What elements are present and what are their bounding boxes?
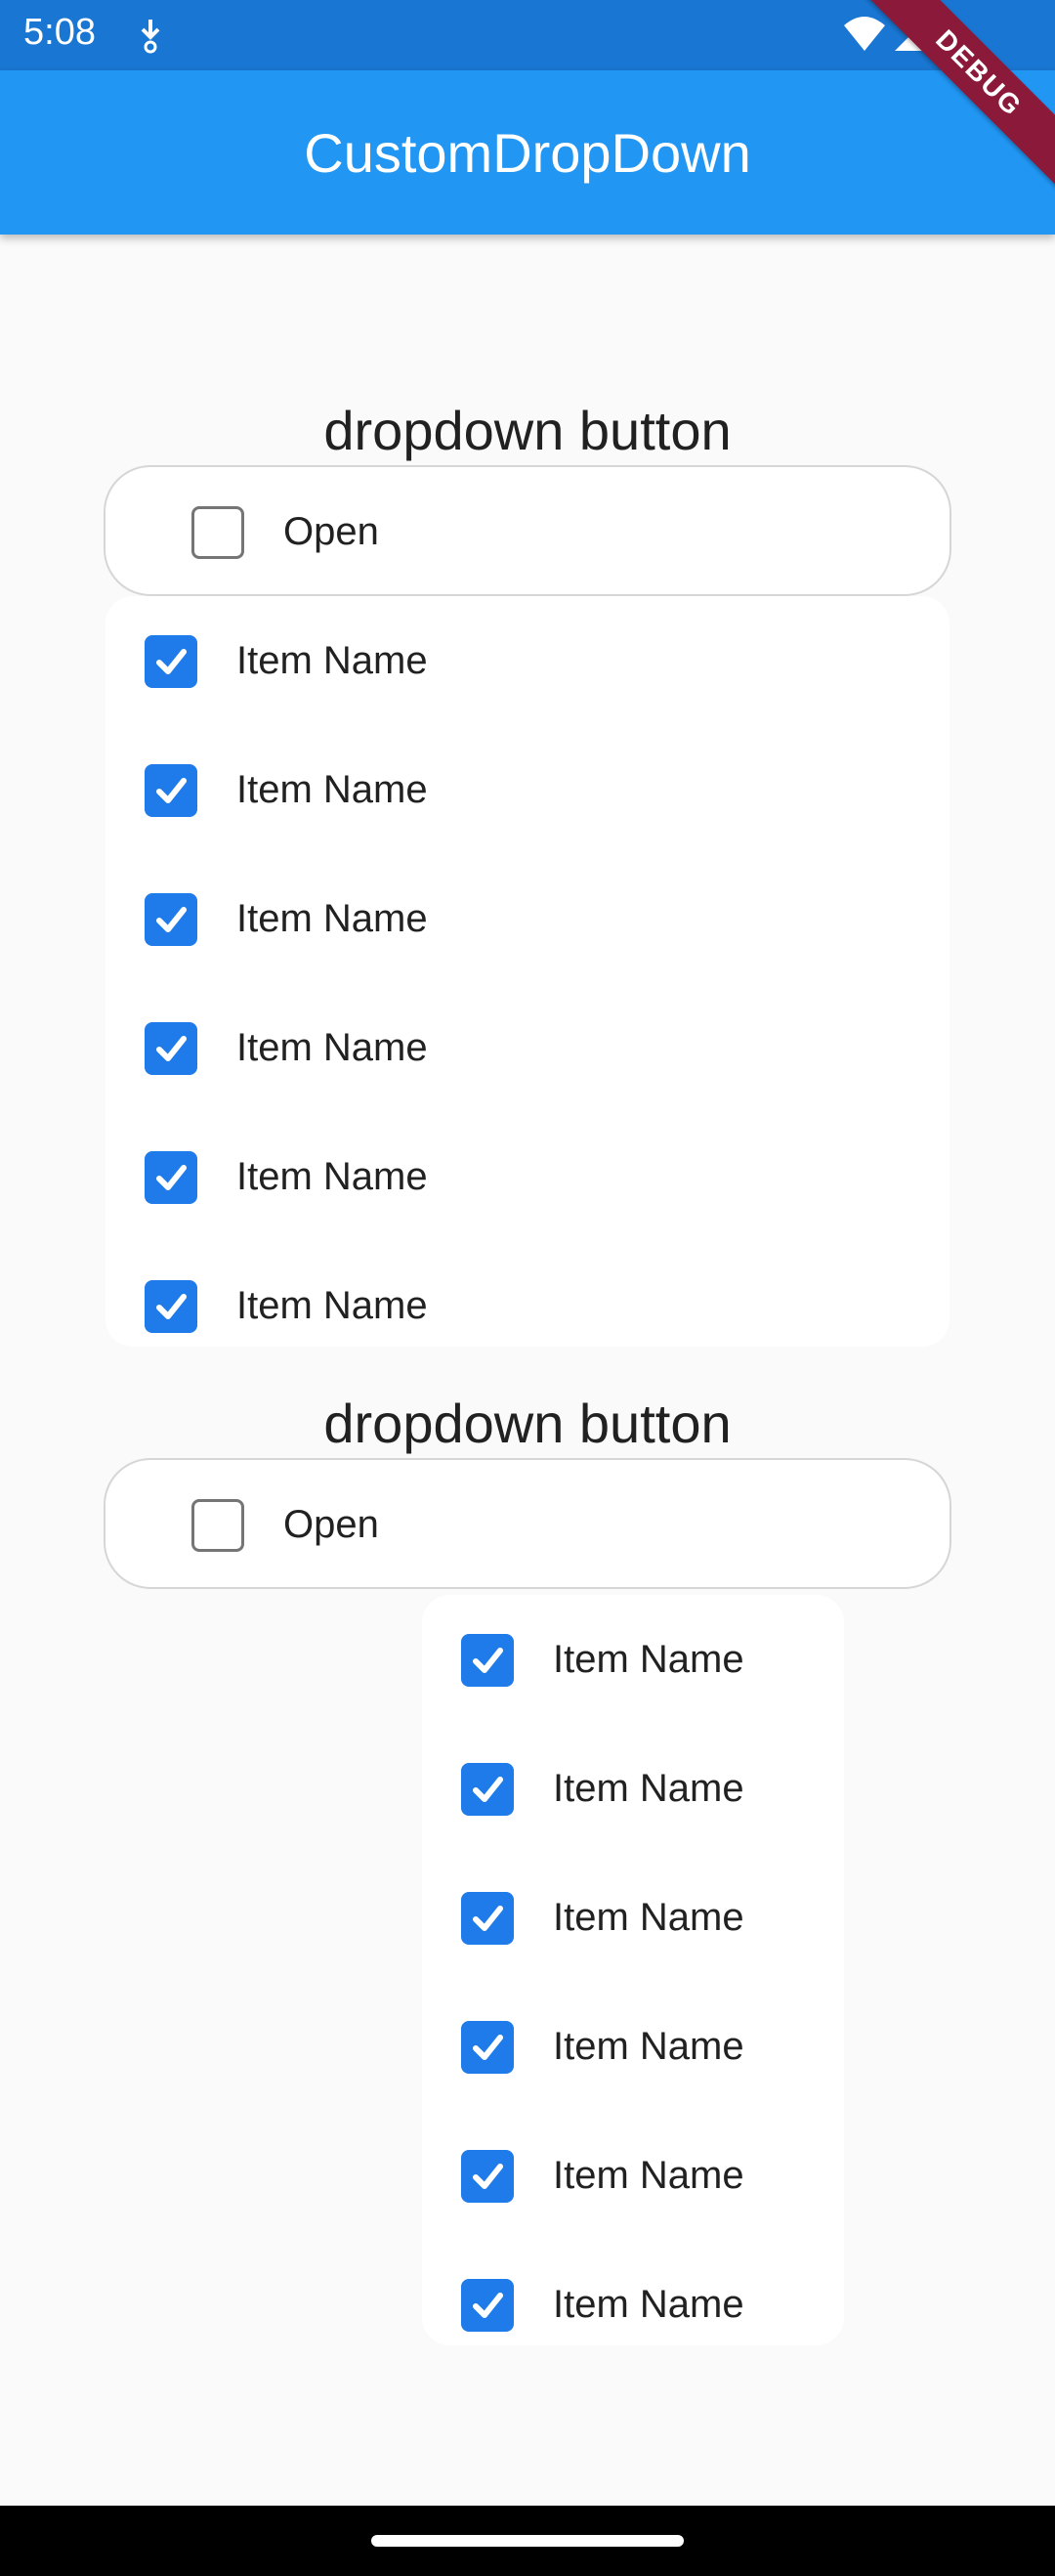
- home-indicator[interactable]: [371, 2535, 684, 2547]
- item-label: Item Name: [236, 1284, 428, 1327]
- dropdown-item[interactable]: Item Name: [422, 1853, 844, 1982]
- dropdown-item[interactable]: Item Name: [422, 2240, 844, 2345]
- item-label: Item Name: [553, 2025, 744, 2068]
- checkbox-checked-icon[interactable]: [145, 893, 197, 946]
- item-label: Item Name: [236, 897, 428, 940]
- checkbox-checked-icon[interactable]: [461, 1634, 514, 1687]
- open-label: Open: [283, 510, 379, 553]
- checkbox-checked-icon[interactable]: [145, 1151, 197, 1204]
- checkbox-checked-icon[interactable]: [461, 2150, 514, 2203]
- dropdown-item[interactable]: Item Name: [422, 1724, 844, 1853]
- dropdown-item[interactable]: Item Name: [422, 2111, 844, 2240]
- navigation-bar: [0, 2506, 1055, 2576]
- item-label: Item Name: [553, 2154, 744, 2197]
- checkbox-checked-icon[interactable]: [145, 1022, 197, 1075]
- item-label: Item Name: [236, 1026, 428, 1069]
- dropdown-item[interactable]: Item Name: [106, 1241, 950, 1347]
- item-label: Item Name: [553, 1767, 744, 1810]
- item-label: Item Name: [236, 1155, 428, 1198]
- item-label: Item Name: [553, 1896, 744, 1939]
- dropdown-item[interactable]: Item Name: [106, 725, 950, 854]
- wifi-icon: [844, 17, 885, 51]
- dropdown-open-button[interactable]: Open: [104, 1458, 951, 1589]
- checkbox-checked-icon[interactable]: [145, 1280, 197, 1333]
- item-label: Item Name: [553, 1638, 744, 1681]
- item-label: Item Name: [236, 639, 428, 682]
- open-label: Open: [283, 1503, 379, 1546]
- dropdown-item[interactable]: Item Name: [106, 854, 950, 983]
- open-checkbox[interactable]: [191, 506, 244, 559]
- item-label: Item Name: [553, 2283, 744, 2326]
- checkbox-checked-icon[interactable]: [461, 2021, 514, 2074]
- item-label: Item Name: [236, 768, 428, 811]
- open-checkbox[interactable]: [191, 1499, 244, 1552]
- download-status-icon: [141, 20, 160, 54]
- dropdown-item[interactable]: Item Name: [106, 1112, 950, 1241]
- dropdown-item[interactable]: Item Name: [106, 983, 950, 1112]
- checkbox-checked-icon[interactable]: [145, 635, 197, 688]
- app-title: CustomDropDown: [304, 121, 751, 184]
- section-title: dropdown button: [323, 1393, 732, 1454]
- checkbox-checked-icon[interactable]: [461, 2279, 514, 2332]
- dropdown-item[interactable]: Item Name: [106, 596, 950, 725]
- dropdown-item[interactable]: Item Name: [422, 1982, 844, 2111]
- status-bar: 5:08: [0, 0, 1055, 70]
- checkbox-checked-icon[interactable]: [145, 764, 197, 817]
- checkbox-checked-icon[interactable]: [461, 1892, 514, 1945]
- checkbox-checked-icon[interactable]: [461, 1763, 514, 1816]
- dropdown-open-button[interactable]: Open: [104, 465, 951, 596]
- signal-icon: [895, 16, 930, 51]
- dropdown-list: Item Name Item Name Item Name Item Name …: [106, 596, 950, 1347]
- dropdown-list: Item Name Item Name Item Name Item Name …: [422, 1595, 844, 2345]
- section-title: dropdown button: [323, 400, 732, 461]
- dropdown-item[interactable]: Item Name: [422, 1595, 844, 1724]
- status-time: 5:08: [23, 12, 96, 53]
- app-bar: CustomDropDown: [0, 70, 1055, 235]
